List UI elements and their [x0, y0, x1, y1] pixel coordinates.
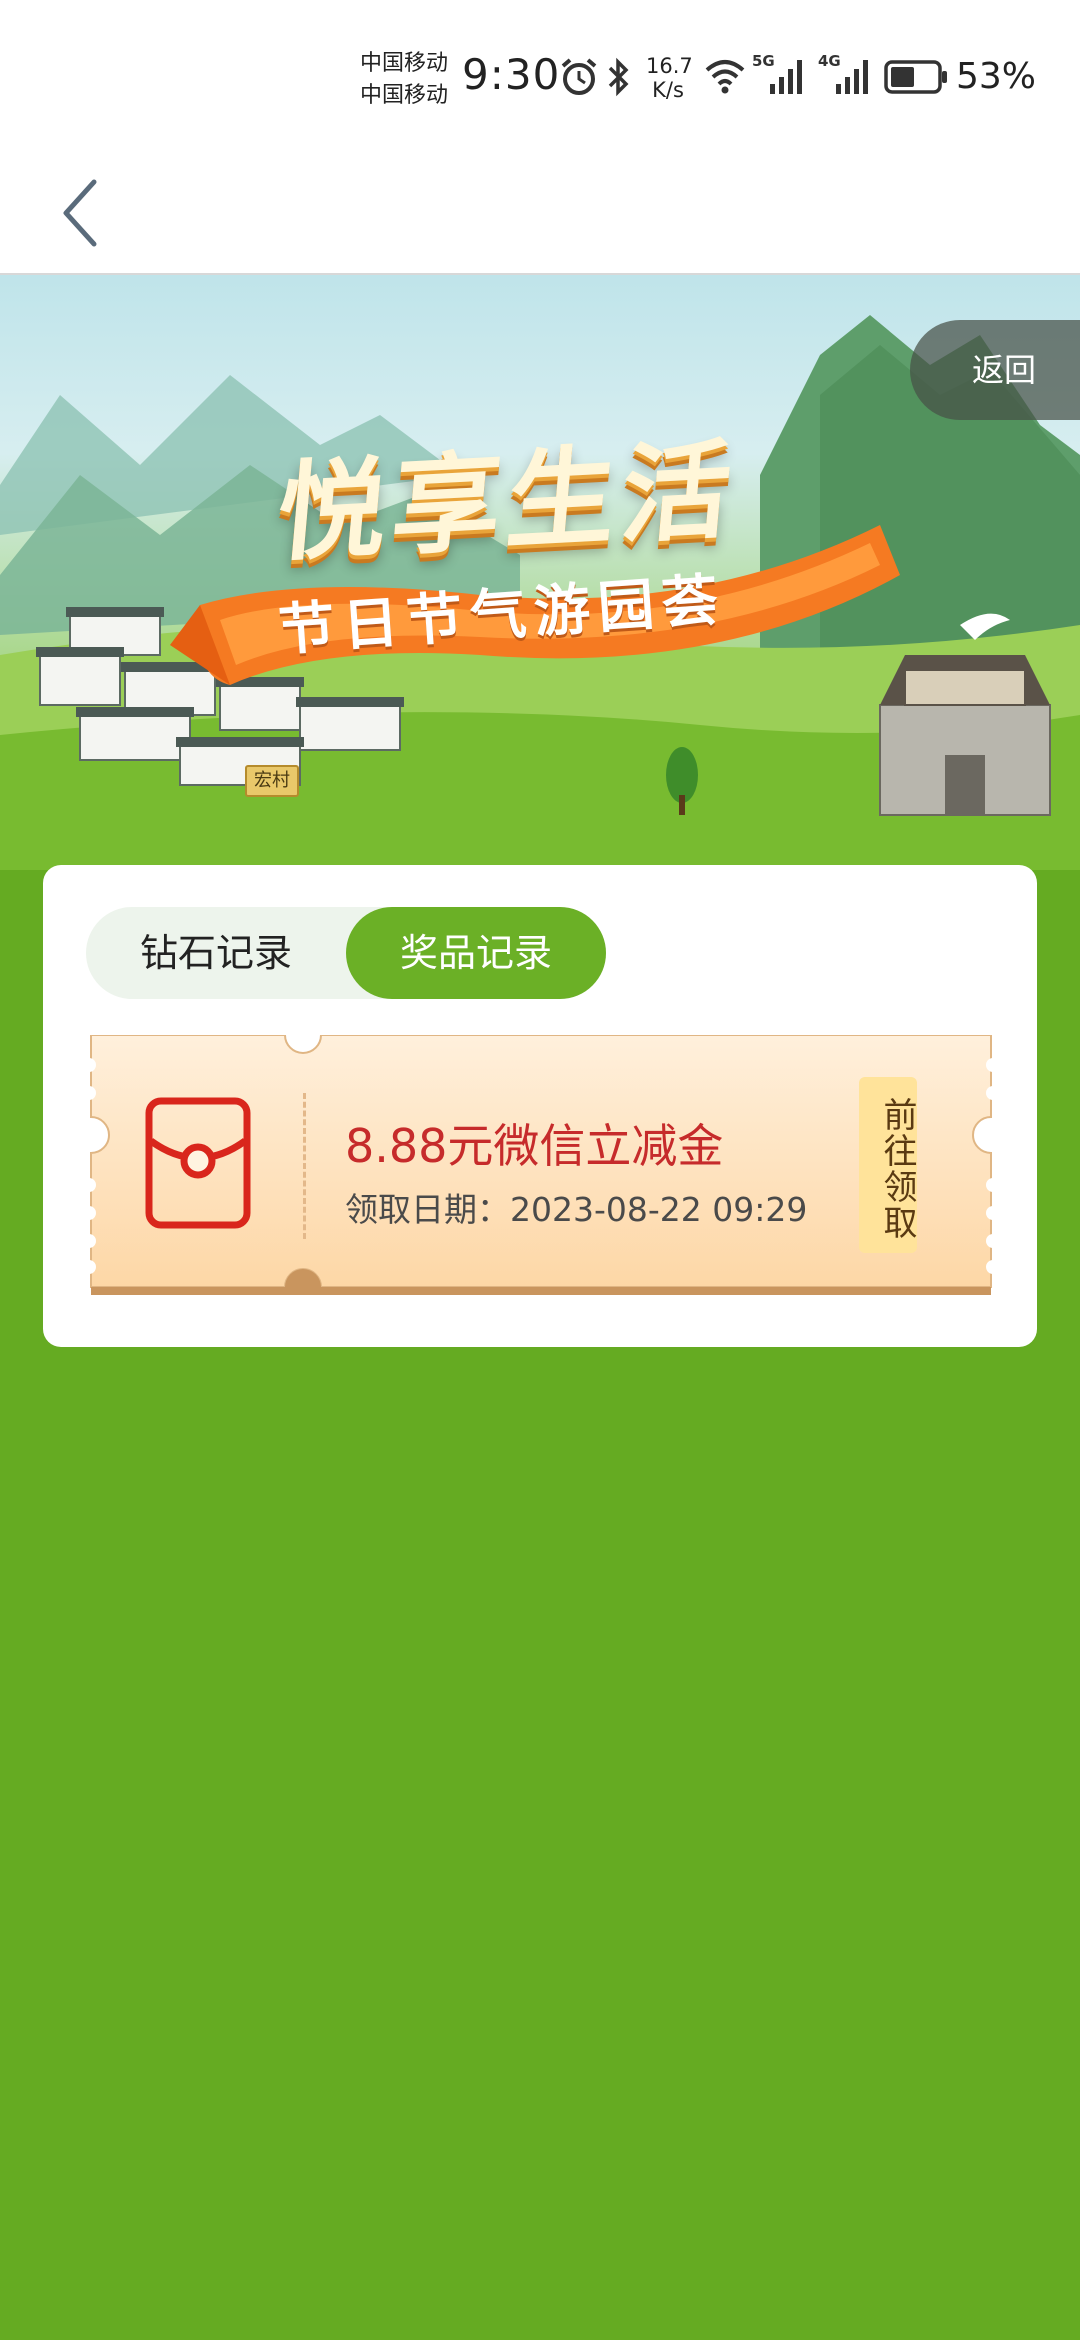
back-button[interactable]	[50, 168, 110, 258]
wifi-icon	[705, 60, 745, 94]
chevron-left-icon	[63, 179, 97, 247]
network-speed-value: 16.7	[646, 54, 693, 78]
carrier-labels: 中国移动 中国移动	[360, 48, 460, 112]
village-sign: 宏村	[245, 765, 299, 797]
return-button[interactable]: 返回	[910, 320, 1080, 420]
ticket-divider	[303, 1093, 306, 1239]
prize-name: 8.88元微信立减金	[345, 1119, 724, 1173]
records-card: 钻石记录 奖品记录 8.88元微信立减金 领取日期：2023-08-22 09:…	[43, 865, 1037, 1347]
network-speed: 16.7 K/s	[646, 54, 693, 102]
alarm-icon	[561, 58, 597, 95]
claim-date: 领取日期：2023-08-22 09:29	[345, 1190, 808, 1229]
battery-percent: 53%	[956, 56, 1037, 97]
event-banner: 悦享生活 节日节气游园荟 宏村 返回	[0, 275, 1080, 870]
banner-title: 悦享生活	[272, 428, 743, 577]
bluetooth-icon	[608, 57, 629, 97]
top-nav-bar	[0, 160, 1080, 275]
red-packet-icon	[145, 1097, 251, 1229]
go-claim-button[interactable]: 前往领取	[859, 1077, 917, 1253]
network-speed-unit: K/s	[652, 78, 684, 102]
status-bar: 中国移动 中国移动 9:30 16.7 K/s 5G 4G 53%	[0, 0, 1080, 160]
tab-diamond-records[interactable]: 钻石记录	[86, 907, 346, 999]
carrier-1: 中国移动	[360, 51, 449, 76]
battery-icon	[884, 60, 947, 94]
carrier-2: 中国移动	[360, 83, 449, 108]
record-tabs: 钻石记录 奖品记录	[86, 907, 606, 999]
status-time: 9:30	[462, 50, 561, 99]
signal-bars-icon	[770, 60, 802, 94]
signal-bars-icon	[836, 60, 868, 94]
prize-record-item: 8.88元微信立减金 领取日期：2023-08-22 09:29 前往领取	[85, 1035, 997, 1297]
tab-prize-records[interactable]: 奖品记录	[346, 907, 606, 999]
